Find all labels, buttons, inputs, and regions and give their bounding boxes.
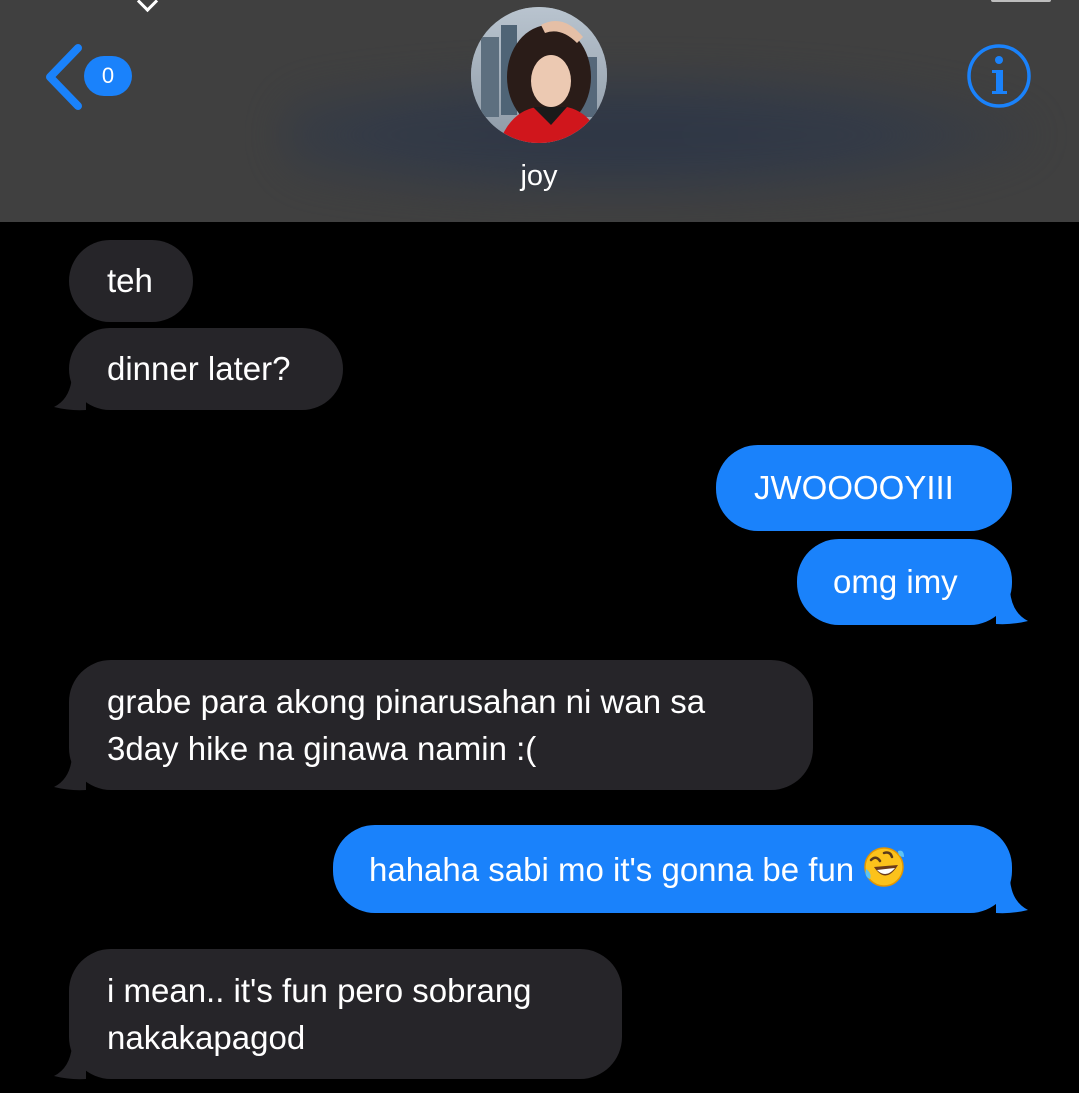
- message-text: hahaha sabi mo it's gonna be fun: [369, 845, 1012, 893]
- sent-message-bubble[interactable]: omg imy: [797, 539, 1012, 625]
- received-message-bubble[interactable]: teh: [69, 240, 193, 322]
- info-icon: [967, 44, 1031, 108]
- message-text-line: grabe para akong pinarusahan ni wan sa: [107, 683, 706, 720]
- conversation-header: 0 joy: [0, 0, 1079, 222]
- contact-avatar[interactable]: [471, 7, 607, 143]
- info-button[interactable]: [966, 43, 1032, 109]
- message-text-content: hahaha sabi mo it's gonna be fun: [369, 851, 855, 888]
- message-text-line: nakakapagod: [107, 1019, 306, 1056]
- sent-message-bubble[interactable]: hahaha sabi mo it's gonna be fun: [333, 825, 1012, 913]
- message-text: JWOOOOYIII: [754, 469, 954, 506]
- status-bar-chevron-icon: [136, 0, 159, 13]
- unread-count-badge: 0: [84, 56, 132, 96]
- chevron-left-icon: [46, 44, 82, 110]
- message-text-line: i mean.. it's fun pero sobrang: [107, 972, 532, 1009]
- contact-photo: [471, 7, 607, 143]
- message-text: dinner later?: [107, 350, 291, 387]
- sent-message-bubble[interactable]: JWOOOOYIII: [716, 445, 1012, 531]
- message-text-line: 3day hike na ginawa namin :(: [107, 730, 537, 767]
- messages-screen: 0 joy teh dinner later? JWOOOOYIII omg i…: [0, 0, 1079, 1093]
- message-text: teh: [107, 262, 153, 299]
- received-message-bubble[interactable]: i mean.. it's fun pero sobrang nakakapag…: [69, 949, 622, 1079]
- back-button[interactable]: 0: [40, 42, 140, 112]
- header-blur-backdrop: [280, 70, 1040, 200]
- message-text: omg imy: [833, 563, 958, 600]
- rolling-on-floor-laughing-emoji: [864, 847, 905, 887]
- received-message-bubble[interactable]: dinner later?: [69, 328, 343, 410]
- contact-name[interactable]: joy: [439, 160, 639, 193]
- status-bar-indicator: [991, 0, 1051, 2]
- received-message-bubble[interactable]: grabe para akong pinarusahan ni wan sa 3…: [69, 660, 813, 790]
